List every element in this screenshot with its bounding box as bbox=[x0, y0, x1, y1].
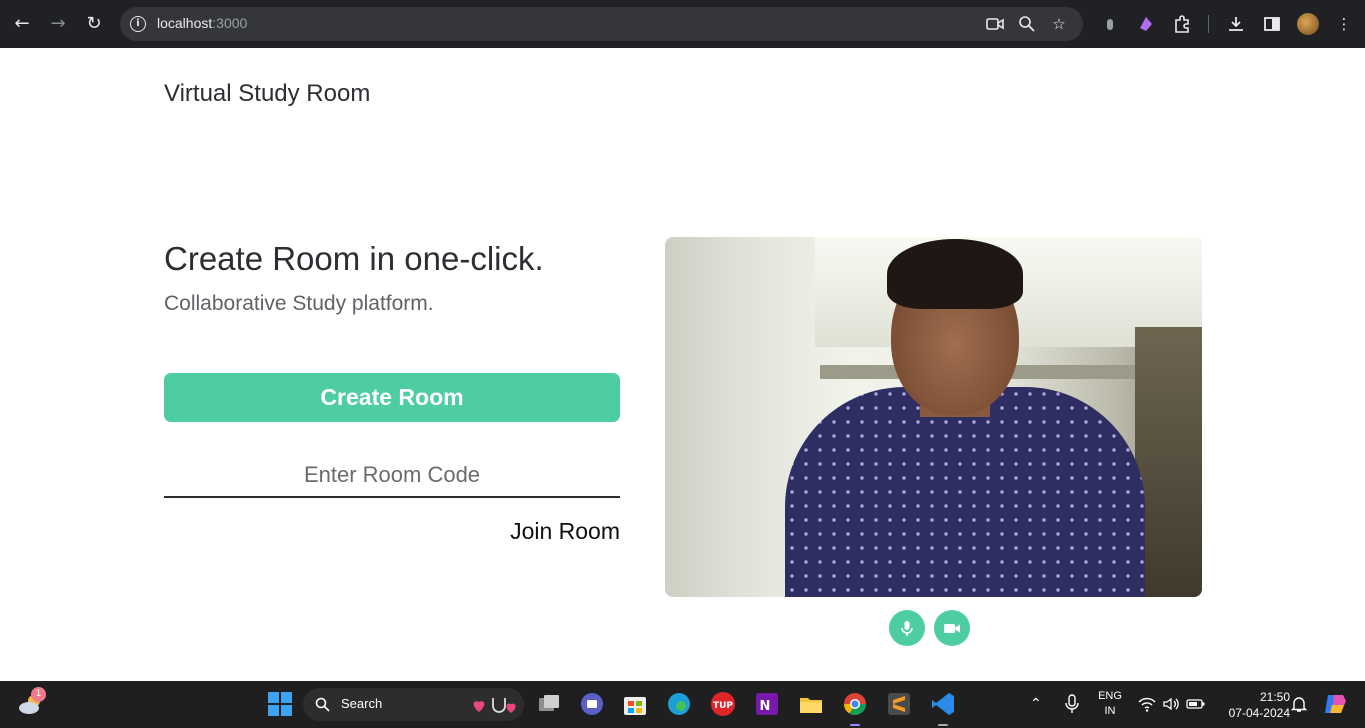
join-room-button[interactable]: Join Room bbox=[510, 518, 620, 545]
hero-title: Create Room in one-click. bbox=[164, 240, 544, 277]
language-indicator[interactable]: ENG IN bbox=[1096, 689, 1124, 719]
extension-color-icon[interactable] bbox=[1136, 14, 1156, 34]
video-person-hair bbox=[887, 239, 1023, 309]
search-icon bbox=[315, 697, 330, 712]
webcam-preview bbox=[665, 237, 1202, 597]
file-explorer-icon[interactable] bbox=[798, 691, 824, 717]
task-view-icon[interactable] bbox=[536, 691, 562, 717]
create-room-button[interactable]: Create Room bbox=[164, 373, 620, 422]
profile-avatar[interactable] bbox=[1297, 13, 1319, 35]
toolbar-divider bbox=[1208, 15, 1209, 33]
search-label: Search bbox=[341, 696, 383, 711]
microphone-toggle-button[interactable] bbox=[889, 610, 925, 646]
video-person-shirt bbox=[785, 387, 1145, 597]
site-info-icon[interactable]: i bbox=[130, 16, 146, 32]
copilot-icon[interactable] bbox=[1322, 691, 1348, 717]
store-icon[interactable] bbox=[622, 691, 648, 717]
video-camera-icon bbox=[944, 624, 960, 633]
language-top: ENG bbox=[1098, 690, 1122, 702]
bookmark-star-icon[interactable]: ☆ bbox=[1050, 15, 1068, 33]
room-code-input[interactable] bbox=[164, 454, 620, 498]
chrome-icon[interactable] bbox=[842, 691, 868, 717]
video-background-door bbox=[1135, 327, 1202, 597]
url-port: :3000 bbox=[212, 15, 248, 31]
svg-text:TUP: TUP bbox=[713, 701, 733, 711]
camera-toggle-button[interactable] bbox=[934, 610, 970, 646]
tray-overflow-chevron-icon[interactable]: ⌃ bbox=[1030, 695, 1042, 712]
start-windows-icon[interactable] bbox=[267, 691, 293, 717]
url-text[interactable]: localhost:3000 bbox=[157, 15, 247, 31]
extensions-puzzle-icon[interactable] bbox=[1172, 14, 1192, 34]
battery-icon[interactable] bbox=[1186, 696, 1206, 712]
wifi-icon[interactable] bbox=[1138, 695, 1156, 713]
sublime-text-icon[interactable] bbox=[886, 691, 912, 717]
volume-icon[interactable] bbox=[1162, 695, 1180, 713]
hero-subtitle: Collaborative Study platform. bbox=[164, 292, 434, 315]
camera-in-use-icon[interactable] bbox=[986, 15, 1004, 33]
url-host: localhost bbox=[157, 15, 213, 31]
vscode-icon[interactable] bbox=[930, 691, 956, 717]
svg-text:N: N bbox=[760, 699, 771, 714]
notification-bell-icon[interactable] bbox=[1290, 695, 1308, 713]
search-highlight-icon bbox=[473, 698, 516, 713]
menu-kebab-icon[interactable]: ⋮ bbox=[1334, 14, 1354, 34]
windows-taskbar: 1 Search TUP N ⌃ ENG IN 21:50 07-04-2024 bbox=[0, 681, 1365, 728]
forward-arrow-icon[interactable]: → bbox=[46, 12, 70, 36]
download-icon[interactable] bbox=[1226, 14, 1246, 34]
onenote-icon[interactable]: N bbox=[754, 691, 780, 717]
taskbar-search[interactable]: Search bbox=[303, 688, 524, 721]
address-bar[interactable]: i localhost:3000 ☆ bbox=[120, 7, 1083, 41]
microphone-tray-icon[interactable] bbox=[1063, 694, 1081, 714]
tup-app-icon[interactable]: TUP bbox=[710, 691, 736, 717]
language-bottom: IN bbox=[1104, 705, 1116, 717]
vscode-active-indicator bbox=[938, 724, 948, 726]
side-panel-icon[interactable] bbox=[1262, 14, 1282, 34]
chrome-active-indicator bbox=[850, 724, 860, 726]
reload-icon[interactable]: ↻ bbox=[82, 12, 106, 36]
clock-date: 07-04-2024 bbox=[1228, 706, 1290, 720]
extension-icon[interactable] bbox=[1100, 14, 1120, 34]
browser-toolbar: ← → ↻ i localhost:3000 ☆ ⋮ bbox=[0, 0, 1365, 48]
clock-time: 21:50 bbox=[1259, 690, 1290, 704]
weather-badge: 1 bbox=[31, 687, 46, 702]
microphone-icon bbox=[901, 621, 913, 636]
site-brand[interactable]: Virtual Study Room bbox=[164, 80, 370, 108]
zoom-icon[interactable] bbox=[1018, 15, 1036, 33]
edge-icon[interactable] bbox=[666, 691, 692, 717]
teams-chat-icon[interactable] bbox=[579, 691, 605, 717]
back-arrow-icon[interactable]: ← bbox=[10, 12, 34, 36]
clock[interactable]: 21:50 07-04-2024 bbox=[1214, 689, 1290, 721]
